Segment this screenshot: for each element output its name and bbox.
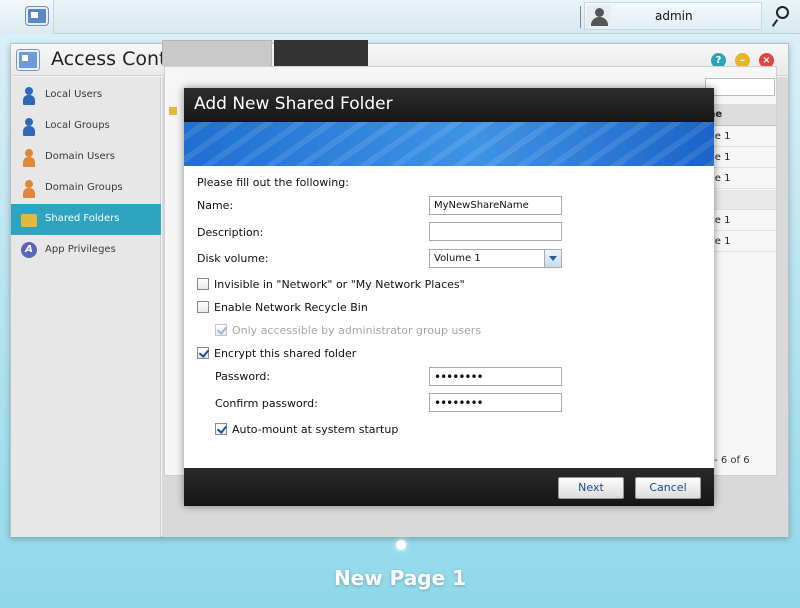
sidebar: Local Users Local Groups Domain Users Do…	[11, 77, 161, 537]
tab-strip	[162, 40, 777, 66]
sidebar-item-label: Local Groups	[45, 120, 110, 131]
sidebar-item-label: App Privileges	[45, 244, 116, 255]
sidebar-item-local-groups[interactable]: Local Groups	[11, 111, 161, 142]
sidebar-item-label: Domain Groups	[45, 182, 123, 193]
sidebar-item-shared-folders[interactable]: Shared Folders	[11, 204, 161, 235]
encrypt-checkbox[interactable]	[197, 347, 209, 359]
cancel-button[interactable]: Cancel	[635, 477, 701, 499]
sidebar-item-label: Domain Users	[45, 151, 115, 162]
sidebar-item-domain-groups[interactable]: Domain Groups	[11, 173, 161, 204]
add-shared-folder-dialog: Add New Shared Folder Please fill out th…	[184, 88, 714, 506]
user-name: admin	[655, 9, 693, 23]
sidebar-item-label: Local Users	[45, 89, 103, 100]
access-control-app-icon[interactable]	[26, 7, 48, 25]
user-menu[interactable]: admin	[584, 2, 762, 30]
desktop-topbar: admin	[0, 0, 800, 34]
description-input[interactable]	[429, 222, 562, 241]
password-label: Password:	[215, 370, 271, 383]
app-launcher-button[interactable]	[0, 0, 54, 34]
recycle-bin-checkbox[interactable]	[197, 301, 209, 313]
disk-volume-value: Volume 1	[434, 253, 481, 264]
sidebar-item-domain-users[interactable]: Domain Users	[11, 142, 161, 173]
filter-input[interactable]	[705, 78, 775, 96]
access-control-icon	[17, 50, 39, 70]
search-icon[interactable]	[768, 5, 796, 29]
users-icon	[21, 118, 37, 136]
dialog-title: Add New Shared Folder	[194, 94, 393, 114]
form-intro: Please fill out the following:	[197, 176, 349, 189]
user-avatar-icon	[587, 5, 611, 27]
page-indicator-dot[interactable]	[396, 540, 406, 550]
description-label: Description:	[197, 226, 264, 239]
password-input[interactable]: ••••••••	[429, 367, 562, 386]
dialog-footer: Next Cancel	[184, 468, 714, 506]
sidebar-item-local-users[interactable]: Local Users	[11, 80, 161, 111]
confirm-password-input[interactable]: ••••••••	[429, 393, 562, 412]
tab-shared-folders[interactable]	[162, 40, 272, 66]
user-icon	[21, 87, 37, 105]
name-label: Name:	[197, 199, 234, 212]
sidebar-item-label: Shared Folders	[45, 213, 120, 224]
topbar-divider	[580, 6, 581, 28]
app-icon: A	[21, 242, 37, 258]
recycle-bin-label: Enable Network Recycle Bin	[214, 301, 368, 314]
name-input[interactable]	[429, 196, 562, 215]
dialog-banner	[184, 122, 714, 166]
encrypt-label: Encrypt this shared folder	[214, 347, 357, 360]
sidebar-item-app-privileges[interactable]: A App Privileges	[11, 235, 161, 266]
confirm-password-label: Confirm password:	[215, 397, 318, 410]
automount-checkbox[interactable]	[215, 423, 227, 435]
folder-icon	[21, 214, 37, 227]
folder-icon	[169, 107, 177, 115]
invisible-checkbox[interactable]	[197, 278, 209, 290]
desktop-page-label: New Page 1	[333, 566, 467, 590]
invisible-label: Invisible in "Network" or "My Network Pl…	[214, 278, 465, 291]
admin-only-checkbox	[215, 324, 227, 336]
disk-volume-select[interactable]: Volume 1	[429, 249, 562, 268]
disk-volume-label: Disk volume:	[197, 252, 269, 265]
users-icon	[21, 180, 37, 198]
user-icon	[21, 149, 37, 167]
next-button[interactable]: Next	[558, 477, 624, 499]
dialog-titlebar[interactable]: Add New Shared Folder	[184, 88, 714, 122]
admin-only-label: Only accessible by administrator group u…	[232, 324, 482, 337]
chevron-down-icon[interactable]	[544, 250, 561, 267]
automount-label: Auto-mount at system startup	[232, 423, 399, 436]
tab-virtual-drive[interactable]	[274, 40, 368, 66]
